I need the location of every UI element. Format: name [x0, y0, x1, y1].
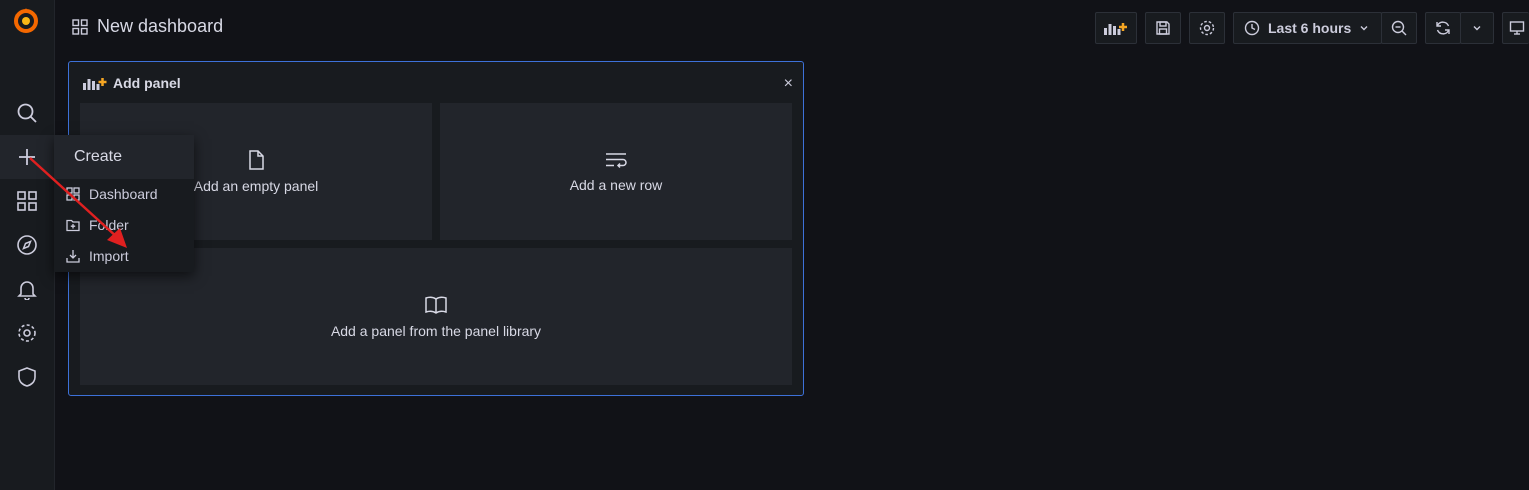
- row-icon: [605, 151, 627, 169]
- dashboard-icon: [66, 187, 80, 201]
- close-button[interactable]: ×: [784, 76, 793, 92]
- monitor-icon: [1509, 20, 1525, 36]
- menu-item-label: Dashboard: [89, 186, 158, 202]
- create-menu-item-import[interactable]: Import: [66, 248, 129, 264]
- dashboard-grid-icon: [72, 18, 88, 35]
- refresh-interval-dropdown[interactable]: [1460, 12, 1494, 44]
- add-panel-button[interactable]: [1095, 12, 1137, 44]
- sidebar: [0, 0, 55, 490]
- shield-icon: [16, 366, 38, 388]
- sidebar-item-server-admin[interactable]: [0, 355, 54, 399]
- dashboard-settings-button[interactable]: [1189, 12, 1225, 44]
- add-panel-title: Add panel: [113, 75, 181, 91]
- compass-icon: [16, 234, 38, 256]
- option-label: Add a new row: [569, 176, 663, 193]
- create-menu-item-dashboard[interactable]: Dashboard: [66, 186, 158, 202]
- bell-icon: [16, 278, 38, 300]
- sidebar-item-configuration[interactable]: [0, 311, 54, 355]
- sidebar-item-dashboards[interactable]: [0, 179, 54, 223]
- page-title: New dashboard: [97, 16, 224, 36]
- zoom-out-icon: [1390, 19, 1408, 37]
- gear-icon: [16, 322, 38, 344]
- dashboards-icon: [16, 190, 38, 212]
- time-range-label: Last 6 hours: [1268, 20, 1352, 36]
- option-label: Add an empty panel: [193, 177, 319, 194]
- book-icon: [424, 295, 448, 315]
- add-panel-header: Add panel: [83, 75, 181, 91]
- save-dashboard-button[interactable]: [1145, 12, 1181, 44]
- grafana-logo[interactable]: [12, 7, 40, 35]
- chevron-down-icon: [1472, 23, 1482, 33]
- zoom-out-button[interactable]: [1381, 12, 1417, 44]
- option-label: Add a panel from the panel library: [330, 322, 542, 339]
- search-icon: [16, 102, 38, 124]
- add-new-row-option[interactable]: Add a new row: [440, 103, 792, 240]
- create-menu-title[interactable]: Create: [54, 135, 194, 179]
- create-menu: Create Dashboard Folder Import: [54, 135, 194, 272]
- refresh-button[interactable]: [1425, 12, 1461, 44]
- chevron-down-icon: [1359, 23, 1369, 33]
- add-panel-icon: [1103, 20, 1129, 36]
- dashboard-title[interactable]: New dashboard: [72, 16, 223, 37]
- time-range-picker[interactable]: Last 6 hours: [1233, 12, 1382, 44]
- clock-icon: [1244, 20, 1260, 36]
- save-icon: [1155, 20, 1171, 36]
- folder-plus-icon: [66, 218, 80, 232]
- refresh-icon: [1434, 19, 1452, 37]
- file-icon: [247, 149, 265, 170]
- plus-icon: [17, 147, 37, 167]
- add-panel-icon: [83, 76, 107, 90]
- view-mode-button[interactable]: [1502, 12, 1529, 44]
- sidebar-item-search[interactable]: [0, 91, 54, 135]
- menu-item-label: Folder: [89, 217, 129, 233]
- gear-icon: [1198, 19, 1216, 37]
- sidebar-item-create[interactable]: [0, 135, 54, 179]
- import-icon: [66, 249, 80, 263]
- create-menu-item-folder[interactable]: Folder: [66, 217, 129, 233]
- sidebar-item-alerting[interactable]: [0, 267, 54, 311]
- menu-item-label: Import: [89, 248, 129, 264]
- sidebar-item-explore[interactable]: [0, 223, 54, 267]
